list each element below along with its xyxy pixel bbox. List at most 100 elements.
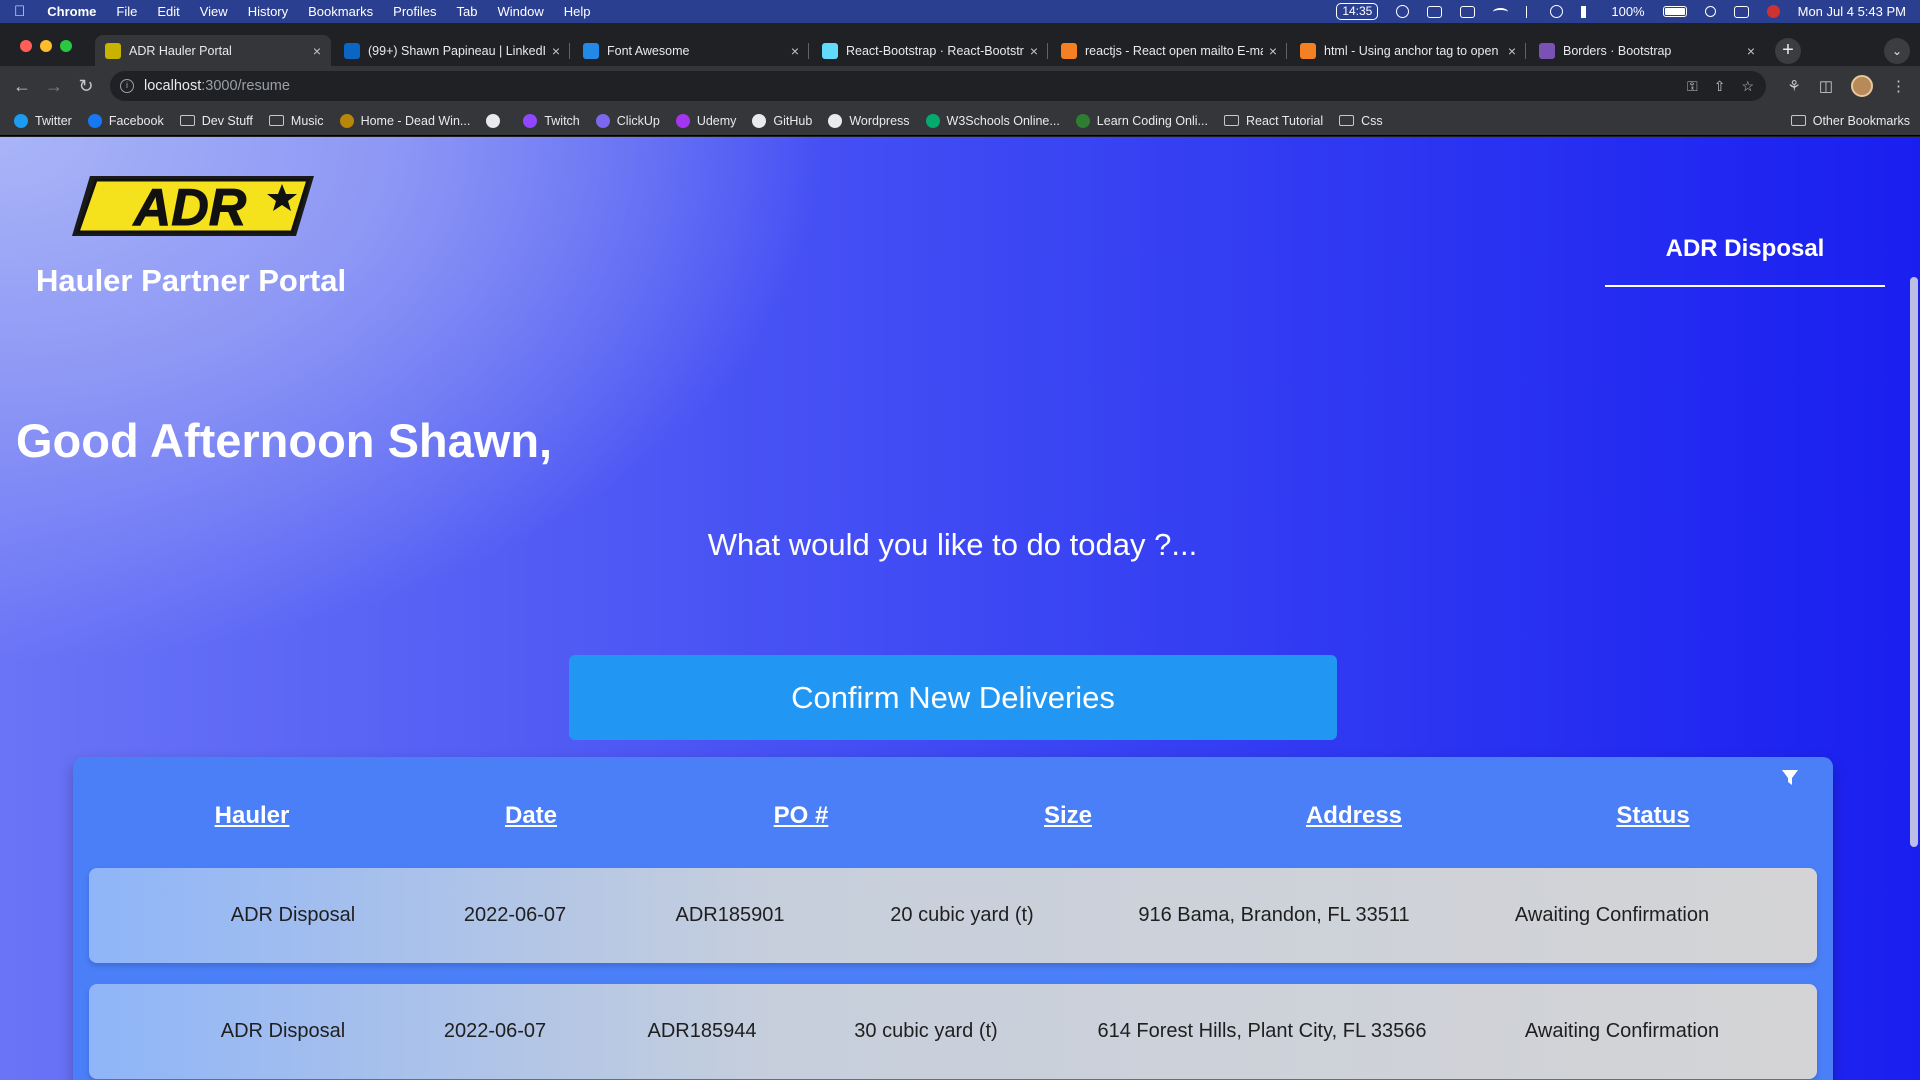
menu-window[interactable]: Window (498, 4, 544, 19)
cell-date: 2022-06-07 (463, 904, 567, 926)
side-panel-icon[interactable]: ◫ (1819, 77, 1833, 95)
folder-icon (268, 115, 284, 126)
bookmark-item[interactable]: Twitter (14, 113, 72, 128)
adr-logo-icon (105, 42, 121, 59)
other-bookmarks[interactable]: Other Bookmarks (1790, 114, 1910, 128)
creative-cloud-icon[interactable] (1396, 5, 1410, 18)
display-icon[interactable] (1427, 5, 1443, 18)
key-icon[interactable]: ⚿ (1687, 78, 1698, 95)
tab-search-button[interactable]: ⌄ (1884, 38, 1910, 64)
site-info-icon[interactable]: i (120, 79, 134, 93)
spotlight-search-icon[interactable] (1704, 6, 1716, 17)
share-icon[interactable]: ⇧ (1714, 78, 1726, 95)
close-tab-icon[interactable]: × (1030, 43, 1038, 59)
profile-avatar[interactable] (1851, 75, 1873, 97)
browser-tab[interactable]: html - Using anchor tag to open × (1290, 35, 1526, 66)
address-bar[interactable]: i localhost:3000/resume ⚿ ⇧ ☆ (110, 71, 1766, 101)
menu-help[interactable]: Help (564, 4, 591, 19)
close-tab-icon[interactable]: × (1747, 43, 1755, 59)
menu-bookmarks[interactable]: Bookmarks (308, 4, 373, 19)
wifi-icon[interactable] (1493, 7, 1509, 16)
cell-hauler: ADR Disposal (230, 904, 356, 926)
bookmark-item[interactable]: Twitch (523, 113, 580, 128)
bookmark-star-icon[interactable]: ☆ (1741, 78, 1754, 95)
menu-view[interactable]: View (200, 4, 228, 19)
close-tab-icon[interactable]: × (1269, 43, 1277, 59)
bookmark-item[interactable]: ClickUp (595, 113, 660, 128)
more-menu-icon[interactable]: ⋮ (1891, 77, 1906, 95)
column-header-date[interactable]: Date (505, 802, 557, 830)
browser-tab[interactable]: Font Awesome × (573, 35, 809, 66)
siri-icon[interactable] (1766, 5, 1780, 18)
browser-tab[interactable]: React-Bootstrap · React-Bootstrap × (812, 35, 1048, 66)
zoom-window-button[interactable] (60, 40, 72, 52)
forward-arrow-icon[interactable]: → (38, 76, 70, 97)
macos-menu-bar:  Chrome File Edit View History Bookmark… (0, 0, 1920, 23)
bluetooth-icon[interactable] (1526, 5, 1532, 18)
bookmark-label: Music (290, 113, 324, 128)
bookmark-item[interactable]: W3Schools Online... (925, 113, 1060, 128)
back-arrow-icon[interactable]: ← (6, 76, 38, 97)
menu-file[interactable]: File (116, 4, 137, 19)
bookmark-item[interactable]: Facebook (87, 113, 164, 128)
play-icon[interactable] (1550, 5, 1564, 18)
close-tab-icon[interactable]: × (313, 43, 321, 59)
bookmark-label: Twitter (35, 113, 72, 128)
page-scrollbar[interactable] (1910, 277, 1918, 847)
new-tab-button[interactable]: + (1775, 38, 1801, 64)
battery-icon[interactable] (1662, 6, 1687, 17)
browser-tab[interactable]: Borders · Bootstrap × (1529, 35, 1765, 66)
stackoverflow-icon (1061, 42, 1077, 59)
minimize-window-button[interactable] (40, 40, 52, 52)
bookmark-item[interactable]: React Tutorial (1223, 114, 1323, 128)
menu-app-name[interactable]: Chrome (47, 4, 96, 19)
bookmark-item[interactable]: GitHub (752, 113, 812, 128)
layout-icon[interactable] (1460, 5, 1476, 18)
column-header-address[interactable]: Address (1306, 802, 1402, 830)
confirm-new-deliveries-button[interactable]: Confirm New Deliveries (569, 655, 1337, 740)
close-tab-icon[interactable]: × (552, 43, 560, 59)
close-tab-icon[interactable]: × (791, 43, 799, 59)
bookmark-item[interactable]: Home - Dead Win... (339, 113, 470, 128)
menu-edit[interactable]: Edit (157, 4, 179, 19)
filter-icon[interactable] (1781, 769, 1799, 787)
browser-tab[interactable]: ADR Hauler Portal × (95, 35, 331, 66)
bookmark-item[interactable]: Dev Stuff (179, 114, 253, 128)
close-tab-icon[interactable]: × (1508, 43, 1516, 59)
reload-icon[interactable]: ↻ (70, 76, 102, 97)
adr-logo[interactable]: ADR (68, 170, 318, 242)
menu-tab[interactable]: Tab (457, 4, 478, 19)
bookmark-item[interactable]: Music (268, 113, 324, 128)
folder-icon (179, 115, 195, 126)
browser-tab[interactable]: (99+) Shawn Papineau | LinkedIn × (334, 35, 570, 66)
company-nav-tab[interactable]: ADR Disposal (1605, 235, 1885, 287)
table-row[interactable]: ADR Disposal 2022-06-07 ADR185901 20 cub… (89, 868, 1817, 963)
column-header-status[interactable]: Status (1616, 802, 1689, 830)
tab-separator (808, 43, 809, 59)
menu-clock[interactable]: Mon Jul 4 5:43 PM (1798, 4, 1906, 19)
table-row[interactable]: ADR Disposal 2022-06-07 ADR185944 30 cub… (89, 984, 1817, 1079)
twitch-icon (523, 113, 538, 128)
bookmark-item[interactable] (486, 113, 507, 128)
bookmark-item[interactable]: Wordpress (828, 113, 910, 128)
column-header-po[interactable]: PO # (774, 802, 829, 830)
close-window-button[interactable] (20, 40, 32, 52)
column-header-hauler[interactable]: Hauler (215, 802, 290, 830)
column-header-size[interactable]: Size (1044, 802, 1092, 830)
control-center-icon[interactable] (1733, 5, 1749, 18)
portal-title: Hauler Partner Portal (36, 263, 347, 298)
prompt-text: What would you like to do today ?... (707, 527, 1198, 562)
menu-history[interactable]: History (248, 4, 288, 19)
bookmark-item[interactable]: Udemy (675, 113, 736, 128)
wordpress-icon (828, 113, 843, 128)
linkedin-icon (344, 42, 360, 59)
apple-icon[interactable]:  (14, 3, 25, 20)
browser-tab[interactable]: reactjs - React open mailto E-mail × (1051, 35, 1287, 66)
bookmark-item[interactable]: Css (1339, 114, 1383, 128)
globe-icon (486, 113, 501, 128)
bookmark-item[interactable]: Learn Coding Onli... (1075, 113, 1208, 128)
volume-icon[interactable] (1581, 5, 1593, 18)
extensions-puzzle-icon[interactable]: ⚘ (1787, 77, 1800, 95)
clock-badge[interactable]: 14:35 (1336, 3, 1379, 20)
menu-profiles[interactable]: Profiles (393, 4, 436, 19)
